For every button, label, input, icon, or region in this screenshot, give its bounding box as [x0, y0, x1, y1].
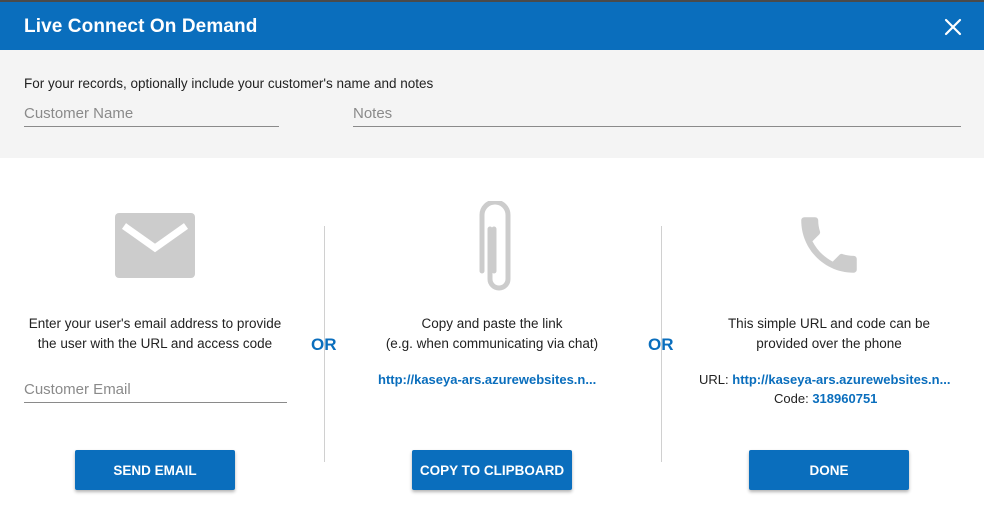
phone-url-row: URL: http://kaseya-ars.azurewebsites.n..…: [699, 372, 950, 387]
session-link[interactable]: http://kaseya-ars.azurewebsites.n...: [378, 372, 596, 387]
dialog-title: Live Connect On Demand: [24, 16, 258, 37]
phone-description-line2: provided over the phone: [756, 336, 902, 351]
access-code-value: 318960751: [812, 391, 878, 406]
phone-description: This simple URL and code can be provided…: [686, 314, 972, 354]
records-instruction: For your records, optionally include you…: [24, 76, 434, 91]
paperclip-icon: [479, 201, 511, 291]
phone-code-row: Code: 318960751: [774, 391, 877, 406]
send-email-button[interactable]: SEND EMAIL: [75, 450, 235, 490]
email-description-line1: Enter your user's email address to provi…: [28, 316, 282, 331]
email-description-line2: the user with the URL and access code: [37, 336, 273, 351]
phone-icon: [801, 217, 857, 273]
or-separator-left: OR: [311, 335, 337, 354]
or-separator-right: OR: [648, 335, 674, 354]
close-icon[interactable]: [940, 14, 966, 40]
dialog-header: Live Connect On Demand: [0, 2, 984, 50]
clipboard-description-line2: (e.g. when communicating via chat): [385, 336, 599, 351]
done-button[interactable]: DONE: [749, 450, 909, 490]
notes-input[interactable]: [353, 104, 961, 127]
phone-description-line1: This simple URL and code can be: [727, 316, 931, 331]
email-description: Enter your user's email address to provi…: [12, 314, 298, 354]
clipboard-description: Copy and paste the link (e.g. when commu…: [348, 314, 636, 354]
url-label: URL:: [699, 372, 729, 387]
customer-name-input[interactable]: [24, 104, 279, 127]
code-label: Code:: [774, 391, 809, 406]
envelope-icon: [115, 213, 195, 278]
records-section: For your records, optionally include you…: [0, 50, 984, 158]
clipboard-description-line1: Copy and paste the link: [421, 316, 563, 331]
copy-to-clipboard-button[interactable]: COPY TO CLIPBOARD: [412, 450, 572, 490]
customer-email-input[interactable]: [24, 380, 287, 403]
phone-url-link[interactable]: http://kaseya-ars.azurewebsites.n...: [732, 372, 950, 387]
